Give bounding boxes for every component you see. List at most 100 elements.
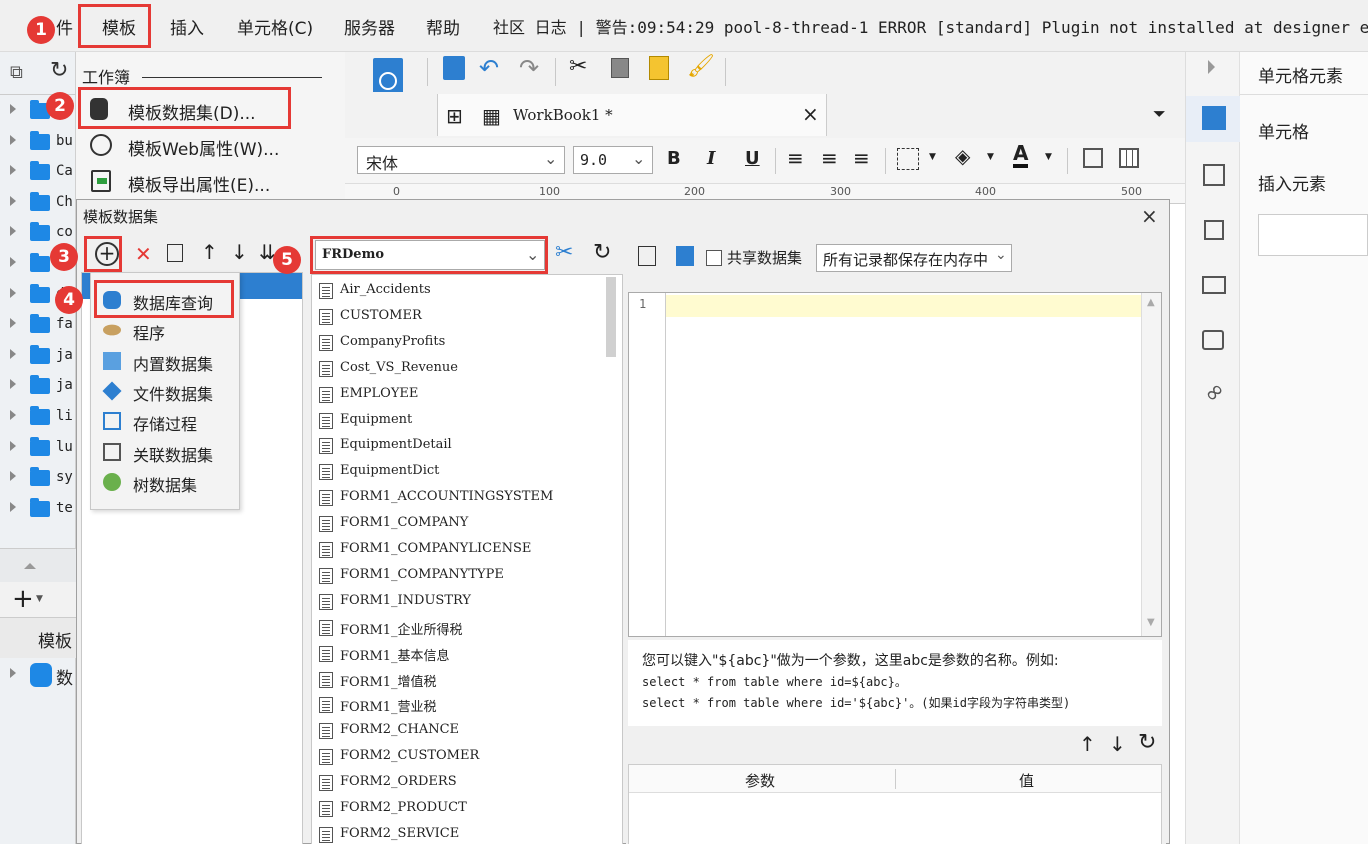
table-list-item[interactable]: CompanyProfits bbox=[312, 330, 604, 356]
table-list-item[interactable]: FORM1_ACCOUNTINGSYSTEM bbox=[312, 485, 604, 511]
fill-color-icon[interactable]: ◈ bbox=[955, 144, 970, 168]
font-name-select[interactable]: 宋体 ⌄ bbox=[357, 146, 565, 174]
hyperlink-icon[interactable]: ∞ bbox=[1197, 375, 1231, 409]
add-menu-item[interactable]: 文件数据集 bbox=[91, 376, 239, 406]
table-list-item[interactable]: FORM1_基本信息 bbox=[312, 641, 604, 667]
tree-folder-row[interactable]: ja bbox=[0, 341, 76, 371]
tree-folder-row[interactable]: sy bbox=[0, 463, 76, 493]
menu-log-label[interactable]: 日志 bbox=[535, 18, 567, 37]
tab-menu-icon[interactable]: ⏷ bbox=[1153, 104, 1166, 124]
table-list-item[interactable]: EquipmentDetail bbox=[312, 433, 604, 459]
add-menu-item[interactable]: 存储过程 bbox=[91, 406, 239, 436]
border-icon[interactable] bbox=[897, 148, 919, 170]
fill-dropdown-icon[interactable]: ▼ bbox=[987, 152, 994, 162]
table-list-item[interactable]: EMPLOYEE bbox=[312, 382, 604, 408]
table-list-scrollbar[interactable] bbox=[606, 277, 616, 357]
connection-settings-icon[interactable]: ✂ bbox=[555, 240, 573, 265]
align-left-icon[interactable]: ≡ bbox=[787, 146, 804, 170]
format-painter-icon[interactable]: 🖌 bbox=[687, 54, 715, 79]
expand-icon[interactable] bbox=[10, 257, 16, 267]
table-list-item[interactable]: FORM1_COMPANYTYPE bbox=[312, 563, 604, 589]
expand-icon[interactable] bbox=[10, 410, 16, 420]
move-down-icon[interactable]: ↓ bbox=[231, 240, 248, 264]
add-menu-item[interactable]: 关联数据集 bbox=[91, 437, 239, 467]
table-list-item[interactable]: FORM2_CUSTOMER bbox=[312, 744, 604, 770]
table-list-item[interactable]: FORM2_CHANCE bbox=[312, 718, 604, 744]
tree-folder-row[interactable]: ja bbox=[0, 371, 76, 401]
table-list-item[interactable]: FORM2_ORDERS bbox=[312, 770, 604, 796]
add-menu-item[interactable]: 内置数据集 bbox=[91, 346, 239, 376]
add-icon[interactable]: + bbox=[12, 584, 34, 614]
table-list-item[interactable]: FORM2_SERVICE bbox=[312, 822, 604, 844]
param-move-down-icon[interactable]: ↓ bbox=[1109, 732, 1126, 756]
cell-attr-icon[interactable] bbox=[1203, 164, 1225, 186]
param-move-up-icon[interactable]: ↑ bbox=[1079, 732, 1096, 756]
menu-community-label[interactable]: 社区 bbox=[493, 18, 525, 37]
expand-icon[interactable] bbox=[10, 348, 16, 359]
expand-icon[interactable] bbox=[10, 501, 16, 512]
scroll-down-icon[interactable]: ▼ bbox=[1147, 617, 1155, 628]
refresh-tables-icon[interactable]: ↻ bbox=[593, 240, 611, 265]
new-folder-icon[interactable]: ⧉ bbox=[10, 62, 23, 83]
table-list-item[interactable]: EquipmentDict bbox=[312, 459, 604, 485]
table-list-item[interactable]: FORM1_增值税 bbox=[312, 667, 604, 693]
paste-icon[interactable] bbox=[649, 56, 669, 80]
tree-folder-row[interactable]: bu bbox=[0, 127, 76, 157]
copy-icon[interactable] bbox=[611, 58, 629, 78]
menu-template-web-attr[interactable]: 模板Web属性(W)... bbox=[76, 130, 336, 164]
redo-icon[interactable]: ↷ bbox=[519, 54, 539, 82]
add-menu-item[interactable]: 树数据集 bbox=[91, 467, 239, 497]
unmerge-icon[interactable] bbox=[1119, 148, 1139, 168]
element-input[interactable] bbox=[1258, 214, 1368, 256]
move-up-icon[interactable]: ↑ bbox=[201, 240, 218, 264]
copy-dataset-icon[interactable] bbox=[167, 244, 183, 262]
dropdown-icon[interactable]: ▼ bbox=[36, 594, 43, 604]
add-menu-item[interactable]: 程序 bbox=[91, 315, 239, 345]
param-refresh-icon[interactable]: ↻ bbox=[1138, 730, 1156, 755]
table-list-item[interactable]: Cost_VS_Revenue bbox=[312, 356, 604, 382]
font-color-icon[interactable]: A bbox=[1013, 142, 1029, 168]
sql-editor-scrollbar[interactable]: ▲ ▼ bbox=[1141, 293, 1161, 636]
table-list-item[interactable]: FORM1_COMPANY bbox=[312, 511, 604, 537]
scroll-up-icon[interactable] bbox=[24, 563, 36, 569]
scroll-up-icon[interactable]: ▲ bbox=[1147, 297, 1155, 308]
font-color-dropdown-icon[interactable]: ▼ bbox=[1045, 152, 1052, 162]
undo-icon[interactable]: ↶ bbox=[479, 54, 499, 82]
border-dropdown-icon[interactable]: ▼ bbox=[929, 152, 936, 162]
expand-icon[interactable] bbox=[10, 226, 16, 237]
close-icon[interactable]: × bbox=[1141, 204, 1158, 228]
merge-icon[interactable] bbox=[1083, 148, 1103, 168]
menu-insert[interactable]: 插入 bbox=[170, 14, 204, 39]
share-dataset-checkbox[interactable] bbox=[706, 250, 722, 266]
memory-mode-select[interactable]: 所有记录都保存在内存中 ⌄ bbox=[816, 244, 1012, 272]
menu-help[interactable]: 帮助 bbox=[426, 14, 460, 39]
tab-workbook1[interactable]: ⊞ ▦ WorkBook1 * × bbox=[437, 94, 827, 136]
template-dataset-row[interactable]: 数 bbox=[0, 660, 76, 690]
expand-icon[interactable] bbox=[10, 318, 16, 329]
table-list-item[interactable]: Air_Accidents bbox=[312, 278, 604, 304]
expand-icon[interactable] bbox=[10, 440, 16, 451]
table-list-item[interactable]: Equipment bbox=[312, 408, 604, 434]
align-center-icon[interactable]: ≡ bbox=[821, 146, 838, 170]
save-icon[interactable] bbox=[443, 56, 465, 80]
menu-cell[interactable]: 单元格(C) bbox=[237, 14, 313, 39]
table-list-item[interactable]: FORM1_INDUSTRY bbox=[312, 589, 604, 615]
menu-server[interactable]: 服务器 bbox=[344, 14, 395, 39]
table-list-item[interactable]: FORM1_营业税 bbox=[312, 692, 604, 718]
bold-icon[interactable]: B bbox=[667, 148, 681, 169]
align-right-icon[interactable]: ≡ bbox=[853, 146, 870, 170]
save-query-icon[interactable] bbox=[676, 246, 694, 266]
cut-icon[interactable]: ✂ bbox=[569, 54, 587, 79]
tree-folder-row[interactable]: te bbox=[0, 494, 76, 524]
menu-template-export-attr[interactable]: 模板导出属性(E)... bbox=[76, 166, 336, 200]
tree-folder-row[interactable]: Ca bbox=[0, 157, 76, 187]
underline-icon[interactable]: U bbox=[745, 148, 760, 169]
tree-folder-row[interactable]: Ch bbox=[0, 188, 76, 218]
close-tab-icon[interactable]: × bbox=[802, 102, 819, 126]
expand-icon[interactable] bbox=[10, 195, 16, 206]
table-list-item[interactable]: FORM2_PRODUCT bbox=[312, 796, 604, 822]
delete-icon[interactable]: ✕ bbox=[135, 242, 152, 266]
table-list-item[interactable]: CUSTOMER bbox=[312, 304, 604, 330]
collapse-right-icon[interactable] bbox=[1208, 60, 1215, 74]
widget-icon[interactable] bbox=[1204, 220, 1224, 240]
